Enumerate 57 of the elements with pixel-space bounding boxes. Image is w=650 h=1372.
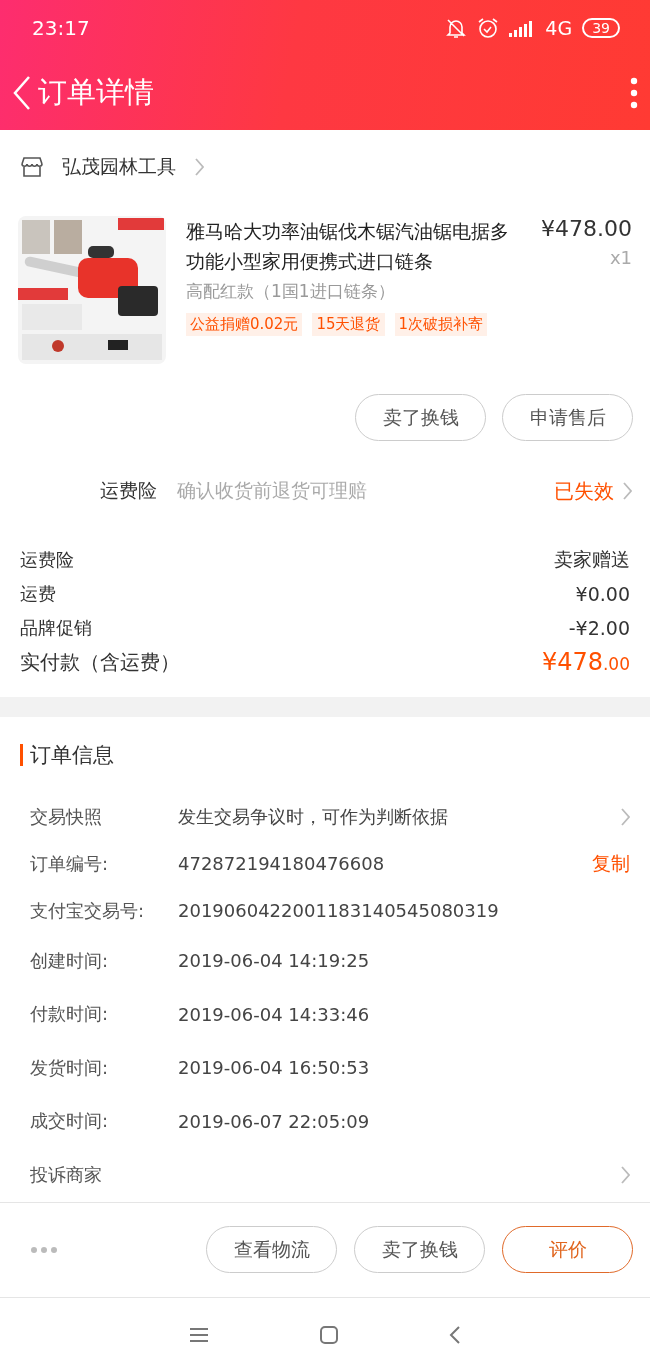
product-action-button[interactable]: 卖了换钱 bbox=[355, 394, 486, 441]
page-title: 订单详情 bbox=[38, 73, 154, 111]
footer-button[interactable]: 卖了换钱 bbox=[354, 1226, 485, 1273]
product-tag: 15天退货 bbox=[312, 313, 385, 336]
insurance-label: 运费险 bbox=[100, 478, 157, 503]
info-value: 2019-06-07 22:05:09 bbox=[178, 1110, 371, 1132]
info-label: 付款时间: bbox=[30, 1002, 110, 1027]
cost-value: ¥0.00 bbox=[575, 583, 630, 605]
info-value: 2019-06-04 16:50:53 bbox=[178, 1057, 371, 1079]
info-value: 2019-06-04 14:33:46 bbox=[178, 1003, 371, 1025]
total-decimals: .00 bbox=[602, 654, 630, 674]
footer-button[interactable]: 评价 bbox=[502, 1226, 633, 1273]
info-label: 发货时间: bbox=[30, 1055, 110, 1080]
product-action-button[interactable]: 申请售后 bbox=[502, 394, 633, 441]
info-label[interactable]: 交易快照 bbox=[30, 804, 178, 829]
menu-icon[interactable] bbox=[189, 1326, 209, 1343]
home-icon[interactable] bbox=[319, 1324, 339, 1345]
cost-label: 运费险 bbox=[20, 548, 74, 572]
cost-value: -¥2.00 bbox=[568, 617, 630, 639]
shop-name[interactable]: 弘茂园林工具 bbox=[62, 154, 176, 180]
product-quantity: x1 bbox=[609, 247, 632, 268]
info-label: 创建时间: bbox=[30, 948, 110, 973]
insurance-description: 确认收货前退货可理赔 bbox=[177, 478, 368, 503]
product-price: ¥478.00 bbox=[541, 216, 632, 241]
product-tag: 公益捐赠0.02元 bbox=[186, 313, 303, 336]
product-variant: 高配红款（1国1进口链条） bbox=[186, 280, 396, 303]
muted-bell-icon bbox=[445, 16, 468, 39]
chevron-right-icon bbox=[620, 1164, 630, 1185]
cost-label: 运费 bbox=[20, 582, 56, 606]
chevron-right-icon bbox=[620, 806, 630, 827]
back-icon[interactable] bbox=[12, 74, 32, 111]
product-title[interactable]: 雅马哈大功率油锯伐木锯汽油锯电据多功能小型家用便携式进口链条 bbox=[186, 216, 521, 276]
footer-button[interactable]: 查看物流 bbox=[206, 1226, 337, 1273]
section-title: 订单信息 bbox=[30, 742, 114, 769]
info-value: 2019060422001183140545080319 bbox=[178, 900, 500, 921]
cost-label: 品牌促销 bbox=[20, 616, 92, 640]
chevron-right-icon bbox=[194, 157, 204, 177]
store-icon bbox=[20, 156, 44, 178]
info-label: 成交时间: bbox=[30, 1109, 110, 1134]
info-value: 2019-06-04 14:19:25 bbox=[178, 950, 371, 972]
info-label[interactable]: 投诉商家 bbox=[30, 1162, 178, 1187]
network-type: 4G bbox=[545, 16, 573, 39]
back-icon[interactable] bbox=[449, 1324, 461, 1345]
info-label: 支付宝交易号: bbox=[30, 898, 146, 923]
product-tag: 1次破损补寄 bbox=[394, 313, 488, 336]
cost-value: 卖家赠送 bbox=[554, 547, 630, 572]
info-value: 472872194180476608 bbox=[178, 853, 386, 874]
status-time: 23:17 bbox=[32, 15, 90, 40]
accent-bar bbox=[20, 744, 23, 766]
info-label: 订单编号: bbox=[30, 851, 110, 876]
chevron-right-icon bbox=[622, 481, 632, 501]
total-amount: ¥478 bbox=[541, 648, 603, 676]
info-value: 发生交易争议时，可作为判断依据 bbox=[178, 804, 449, 829]
battery-indicator: 39 bbox=[582, 17, 620, 38]
total-label: 实付款（含运费） bbox=[20, 648, 180, 676]
alarm-icon bbox=[477, 16, 500, 39]
more-icon[interactable] bbox=[630, 76, 638, 109]
